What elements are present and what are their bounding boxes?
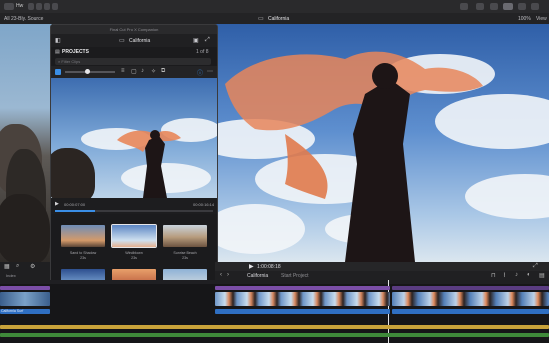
folder-icon: ▤ — [55, 49, 60, 55]
search-icon: ⌕ — [58, 59, 61, 64]
back-icon[interactable]: ‹ — [220, 272, 222, 278]
search-icon[interactable]: ⌕ — [16, 263, 19, 270]
companion-preview — [51, 78, 217, 198]
sound-effect-clip[interactable] — [0, 333, 549, 337]
connected-clip[interactable] — [215, 286, 390, 290]
audio-clip[interactable] — [215, 309, 390, 314]
more-icon[interactable]: ⋯ — [207, 68, 213, 75]
timecode-right: 00:00:16:14 — [193, 202, 215, 207]
projects-row: ▤ PROJECTS 1 of 8 — [51, 47, 217, 57]
effects-icon[interactable]: ✧ — [151, 68, 156, 75]
scarf-figure-small — [117, 130, 181, 198]
scrub-progress — [55, 210, 95, 212]
settings-icon[interactable] — [531, 3, 539, 10]
clip-label: Windblown — [125, 251, 143, 255]
fullscreen-icon[interactable]: ⤢ — [205, 37, 210, 44]
forward-icon[interactable]: › — [227, 272, 229, 278]
play-icon[interactable]: ▶ — [55, 201, 59, 207]
sidebar-icon[interactable]: ◧ — [55, 37, 61, 44]
audio-skim-icon[interactable]: ♪ — [515, 272, 518, 278]
flag-icon[interactable] — [52, 3, 58, 10]
skimming-icon[interactable]: ⌇ — [503, 272, 506, 279]
timeline-header: ‹ › California Start Project ⊓ ⌇ ♪ ◐ ▤ — [215, 271, 549, 280]
grid-view-icon[interactable] — [55, 69, 61, 75]
clip-icon[interactable]: ▢ — [131, 68, 137, 75]
fullscreen-icon[interactable]: ⤢ — [533, 263, 538, 270]
clip-duration: 23s — [131, 256, 137, 260]
video-clip[interactable] — [0, 292, 50, 306]
zoom-slider-knob[interactable] — [85, 69, 90, 74]
snapping-icon[interactable]: ⊓ — [491, 272, 496, 279]
zoom-level[interactable]: 100% — [518, 16, 531, 22]
projects-label[interactable]: PROJECTS — [62, 49, 89, 55]
clip-label: Sunrise Beach — [173, 251, 197, 255]
library-title: All 23-Bly. Source — [4, 16, 44, 22]
info-icon[interactable]: ⓘ — [197, 68, 203, 77]
connected-clip[interactable] — [0, 286, 50, 290]
audio-clip[interactable] — [392, 309, 549, 314]
clip-name: California Surf — [1, 309, 24, 313]
audio-icon[interactable] — [518, 3, 526, 10]
clip-thumbnail-selected[interactable] — [111, 224, 157, 248]
search-field[interactable]: ⌕ Filter Clips — [55, 58, 211, 65]
solo-icon[interactable]: ◐ — [527, 272, 531, 278]
audio-clip[interactable]: California Surf — [0, 309, 50, 314]
companion-project-title: California — [129, 38, 151, 44]
companion-header: ◧ ▭ California ▣ ⤢ — [51, 34, 217, 47]
library-button[interactable] — [4, 3, 14, 10]
video-clip[interactable] — [215, 292, 390, 306]
project-icon: ▭ — [119, 38, 125, 44]
timeline: California Surf — [0, 280, 549, 343]
browser-background — [0, 24, 52, 264]
audio-icon[interactable]: ♪ — [141, 68, 144, 74]
project-title: California — [268, 16, 290, 22]
companion-controls: ≡ ▢ ♪ ✧ ⧉ ⓘ ⋯ — [51, 66, 217, 78]
index-button[interactable]: Index — [6, 273, 16, 278]
clip-label: Sand to Shadow — [69, 251, 97, 255]
view-menu[interactable]: View — [536, 16, 547, 22]
timeline-ruler[interactable] — [0, 280, 549, 284]
viewer — [215, 24, 549, 262]
gear-icon[interactable]: ⚙ — [30, 263, 35, 270]
zoom-slider[interactable] — [65, 71, 115, 73]
browser-toggle-icon[interactable] — [490, 3, 498, 10]
clip-thumbnail[interactable] — [163, 225, 207, 247]
share-icon[interactable] — [460, 3, 468, 10]
keyword-icon[interactable] — [36, 3, 42, 10]
layout-icon[interactable]: ▣ — [193, 37, 199, 44]
filter-icon[interactable]: ≡ — [121, 68, 125, 74]
timeline-secondary-label: Start Project — [281, 273, 309, 279]
scarf-figure — [225, 51, 483, 262]
companion-timebar: ▶ 00:00:07:00 00:00:16:14 — [51, 198, 217, 214]
video-clip[interactable] — [392, 292, 549, 306]
music-clip[interactable] — [0, 325, 549, 329]
clip-duration: 23s — [182, 256, 188, 260]
search-placeholder: Filter Clips — [61, 59, 81, 64]
timecode-left: 00:00:07:00 — [64, 202, 86, 207]
timeline-appearance-icon[interactable]: ▤ — [539, 272, 545, 279]
connected-clip[interactable] — [392, 286, 549, 290]
play-icon[interactable]: ▶ — [249, 263, 254, 270]
clip-duration: 23s — [80, 256, 86, 260]
top-toolbar: Hw — [0, 0, 549, 14]
toolbar-left-label: Hw — [16, 3, 24, 9]
transitions-icon[interactable]: ⧉ — [161, 68, 165, 75]
check-icon[interactable] — [44, 3, 50, 10]
clip-thumbnail[interactable] — [61, 225, 105, 247]
companion-title: Final Cut Pro X Companion — [51, 25, 217, 34]
timeline-project-name: California — [247, 273, 269, 279]
browser-controls: ▦ ⌕ ⚙ Index — [0, 262, 50, 280]
timeline-toggle-icon[interactable] — [503, 3, 513, 10]
inspector-icon[interactable] — [476, 3, 484, 10]
project-icon: ▭ — [258, 16, 264, 22]
rock-shape — [0, 194, 50, 264]
projects-count: 1 of 8 — [196, 49, 209, 55]
import-icon[interactable] — [28, 3, 34, 10]
viewer-controls: ▶ 1:00:08:18 ⤢ — [215, 262, 549, 271]
clip-appearance-icon[interactable]: ▦ — [4, 263, 10, 270]
viewer-timecode: 1:00:08:18 — [257, 264, 281, 270]
